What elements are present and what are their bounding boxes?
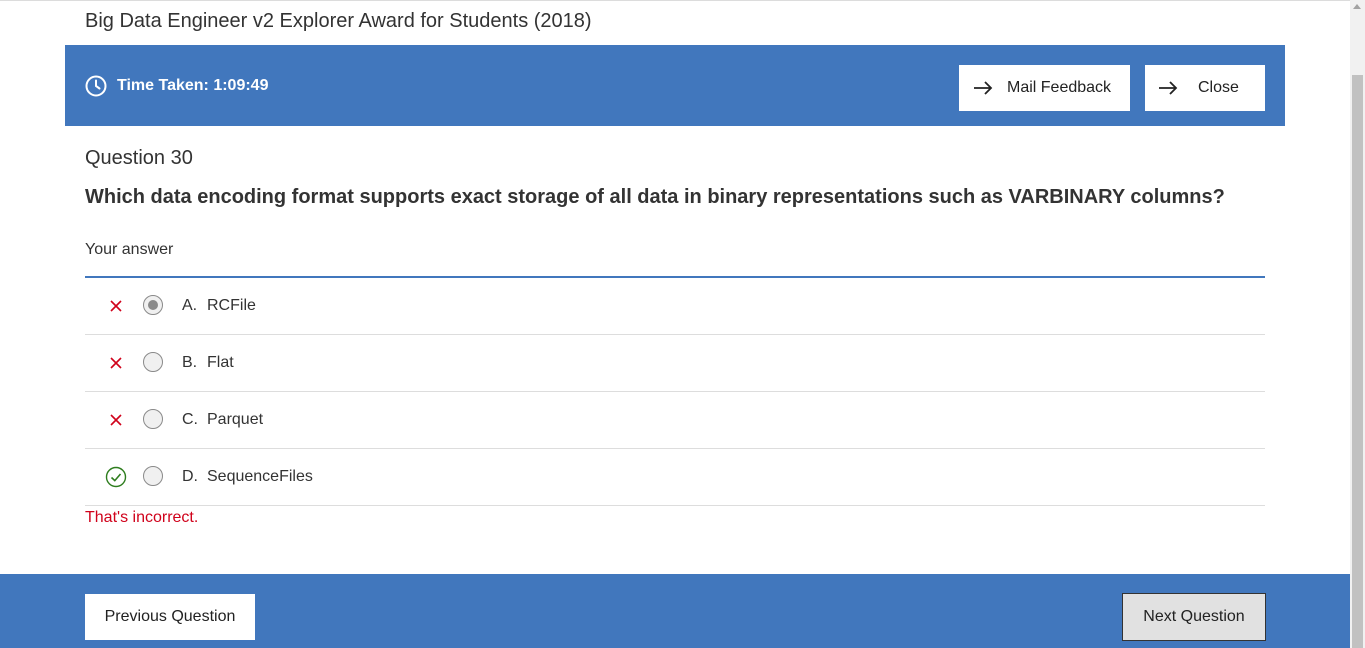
quiz-header-bar: Time Taken: 1:09:49 Mail Feedback Close <box>65 45 1285 126</box>
arrow-right-icon <box>1158 81 1178 95</box>
scroll-up-arrow-icon[interactable] <box>1353 4 1361 9</box>
cross-icon <box>106 410 126 430</box>
option-letter: A. <box>182 297 198 314</box>
option-text: Parquet <box>207 411 264 428</box>
radio-button-c[interactable] <box>143 409 163 429</box>
answer-option-b[interactable]: B. Flat <box>85 335 1265 392</box>
radio-button-a[interactable] <box>143 295 163 315</box>
arrow-right-icon <box>973 81 993 95</box>
mail-feedback-button[interactable]: Mail Feedback <box>959 65 1130 111</box>
option-text: RCFile <box>207 297 256 314</box>
cross-icon <box>106 353 126 373</box>
answer-option-c[interactable]: C. Parquet <box>85 392 1265 449</box>
clock-icon <box>85 75 107 97</box>
answer-options: A. RCFile B. Flat C. Parquet D. Sequence… <box>85 278 1265 506</box>
page-title: Big Data Engineer v2 Explorer Award for … <box>85 10 592 32</box>
close-label: Close <box>1198 79 1239 96</box>
mail-feedback-label: Mail Feedback <box>1007 79 1112 96</box>
cross-icon <box>106 296 126 316</box>
option-text: SequenceFiles <box>207 468 313 485</box>
radio-button-d[interactable] <box>143 466 163 486</box>
top-border <box>0 0 1350 4</box>
option-text: Flat <box>207 354 234 371</box>
check-circle-icon <box>105 466 127 488</box>
answer-option-d[interactable]: D. SequenceFiles <box>85 449 1265 506</box>
next-question-button[interactable]: Next Question <box>1122 593 1266 641</box>
previous-question-button[interactable]: Previous Question <box>85 594 255 640</box>
your-answer-label: Your answer <box>85 241 174 258</box>
radio-button-b[interactable] <box>143 352 163 372</box>
scrollbar-thumb[interactable] <box>1352 75 1363 648</box>
answer-option-a[interactable]: A. RCFile <box>85 278 1265 335</box>
footer-bar: Previous Question Next Question <box>0 574 1350 648</box>
option-letter: C. <box>182 411 198 428</box>
close-button[interactable]: Close <box>1145 65 1265 111</box>
vertical-scrollbar[interactable] <box>1350 0 1365 648</box>
option-letter: B. <box>182 354 198 371</box>
question-text: Which data encoding format supports exac… <box>85 186 1225 208</box>
timer: Time Taken: 1:09:49 <box>85 75 268 97</box>
timer-text: Time Taken: 1:09:49 <box>117 77 269 94</box>
feedback-message: That's incorrect. <box>85 509 199 526</box>
option-letter: D. <box>182 468 198 485</box>
question-number: Question 30 <box>85 147 193 169</box>
